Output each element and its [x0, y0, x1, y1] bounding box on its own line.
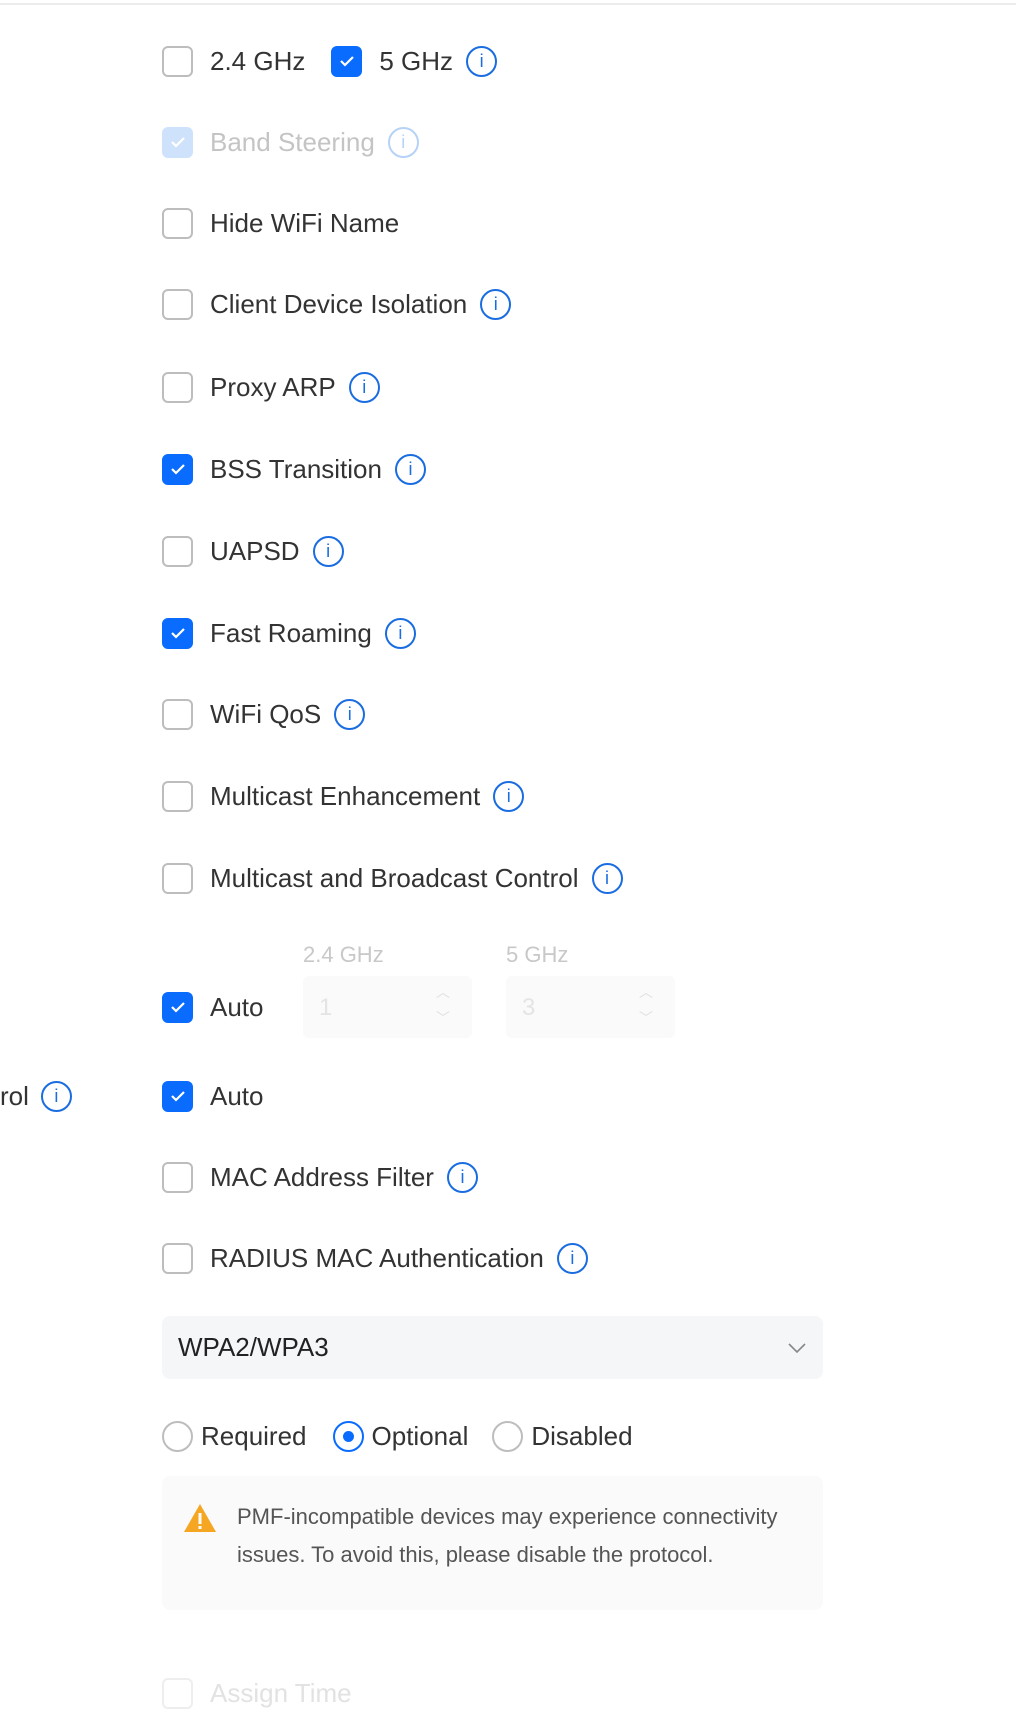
channel-24-stepper[interactable]: 1 ︿ ﹀	[303, 976, 472, 1038]
info-icon[interactable]: i	[348, 371, 380, 403]
top-divider	[0, 3, 1016, 5]
band-24-label: 2.4 GHz	[210, 45, 306, 76]
assign-time-option: Assign Time	[162, 1676, 352, 1710]
option-checkbox[interactable]	[162, 862, 193, 894]
power-auto-checkbox[interactable]	[162, 1080, 193, 1112]
info-icon[interactable]: i	[556, 1242, 588, 1274]
option-checkbox[interactable]	[162, 698, 193, 730]
radius-label: RADIUS MAC Authentication	[210, 1242, 544, 1273]
option-row: Hide WiFi Name	[162, 206, 399, 240]
option-row: Client Device Isolation i	[162, 287, 512, 321]
option-checkbox[interactable]	[162, 617, 193, 649]
info-icon[interactable]: i	[387, 126, 419, 158]
security-select[interactable]: WPA2/WPA3	[162, 1316, 823, 1379]
info-icon[interactable]: i	[446, 1161, 478, 1193]
channel-24-value: 1	[319, 994, 333, 1021]
option-label: Band Steering	[210, 126, 375, 157]
pmf-disabled-label: Disabled	[531, 1420, 633, 1451]
mac-filter-option: MAC Address Filter i	[162, 1160, 478, 1194]
option-label: Multicast and Broadcast Control	[210, 862, 579, 893]
channel-auto: Auto	[162, 990, 264, 1024]
option-checkbox[interactable]	[162, 780, 193, 812]
info-icon[interactable]: i	[334, 698, 366, 730]
option-row: Multicast and Broadcast Control i	[162, 861, 623, 895]
info-icon[interactable]: i	[40, 1080, 72, 1112]
option-label: WiFi QoS	[210, 698, 322, 729]
side-label-text: rol	[0, 1080, 29, 1111]
chevron-down-icon[interactable]: ﹀	[436, 1008, 450, 1028]
option-row: Fast Roaming i	[162, 616, 416, 650]
option-label: Proxy ARP	[210, 371, 336, 402]
security-value: WPA2/WPA3	[178, 1332, 329, 1362]
option-checkbox[interactable]	[162, 126, 193, 158]
option-row: WiFi QoS i	[162, 697, 366, 731]
channel-5-value: 3	[522, 994, 536, 1021]
info-icon[interactable]: i	[384, 617, 416, 649]
option-row: UAPSD i	[162, 534, 344, 568]
warning-text: PMF-incompatible devices may experience …	[237, 1504, 778, 1567]
band-5-label: 5 GHz	[379, 45, 454, 76]
option-label: BSS Transition	[210, 453, 382, 484]
mac-filter-label: MAC Address Filter	[210, 1161, 434, 1192]
pmf-optional-radio[interactable]	[332, 1420, 364, 1452]
option-label: Fast Roaming	[210, 617, 372, 648]
chevron-down-icon[interactable]: ﹀	[639, 1008, 653, 1028]
info-icon[interactable]: i	[493, 780, 525, 812]
channel-auto-checkbox[interactable]	[162, 991, 193, 1023]
chevron-down-icon	[788, 1342, 806, 1353]
side-field-label: rol i	[0, 1079, 72, 1113]
option-checkbox[interactable]	[162, 371, 193, 403]
band-selection: 2.4 GHz 5 GHz i	[162, 44, 498, 78]
option-checkbox[interactable]	[162, 207, 193, 239]
option-row: Band Steering i	[162, 125, 419, 159]
pmf-optional-label: Optional	[371, 1420, 469, 1451]
warning-icon	[184, 1504, 216, 1532]
pmf-radio-group: Required Optional Disabled	[162, 1419, 633, 1453]
info-icon[interactable]: i	[480, 288, 512, 320]
pmf-required-radio[interactable]	[162, 1420, 193, 1452]
mac-filter-checkbox[interactable]	[162, 1161, 193, 1193]
option-label: Hide WiFi Name	[210, 207, 400, 238]
assign-time-checkbox[interactable]	[162, 1677, 193, 1709]
band-24-checkbox[interactable]	[162, 45, 193, 77]
channel-5-stepper[interactable]: 3 ︿ ﹀	[506, 976, 675, 1038]
power-auto-label: Auto	[210, 1080, 264, 1111]
radius-option: RADIUS MAC Authentication i	[162, 1241, 588, 1275]
info-icon[interactable]: i	[466, 45, 498, 77]
option-label: UAPSD	[210, 535, 300, 566]
band-5-checkbox[interactable]	[331, 45, 363, 77]
power-auto: Auto	[162, 1079, 264, 1113]
channel-24-label: 2.4 GHz	[303, 942, 384, 967]
option-checkbox[interactable]	[162, 535, 193, 567]
assign-time-label: Assign Time	[210, 1677, 352, 1708]
chevron-up-icon[interactable]: ︿	[436, 982, 450, 1002]
option-label: Client Device Isolation	[210, 288, 468, 319]
option-row: BSS Transition i	[162, 452, 426, 486]
info-icon[interactable]: i	[312, 535, 344, 567]
pmf-disabled-radio[interactable]	[492, 1420, 524, 1452]
info-icon[interactable]: i	[394, 453, 426, 485]
channel-auto-label: Auto	[210, 991, 264, 1022]
pmf-warning: PMF-incompatible devices may experience …	[162, 1476, 823, 1610]
option-checkbox[interactable]	[162, 288, 193, 320]
option-row: Proxy ARP i	[162, 370, 380, 404]
pmf-required-label: Required	[201, 1420, 307, 1451]
info-icon[interactable]: i	[591, 862, 623, 894]
option-checkbox[interactable]	[162, 453, 193, 485]
option-label: Multicast Enhancement	[210, 780, 481, 811]
channel-5-label: 5 GHz	[506, 942, 569, 967]
radius-checkbox[interactable]	[162, 1242, 193, 1274]
option-row: Multicast Enhancement i	[162, 779, 525, 813]
chevron-up-icon[interactable]: ︿	[639, 982, 653, 1002]
